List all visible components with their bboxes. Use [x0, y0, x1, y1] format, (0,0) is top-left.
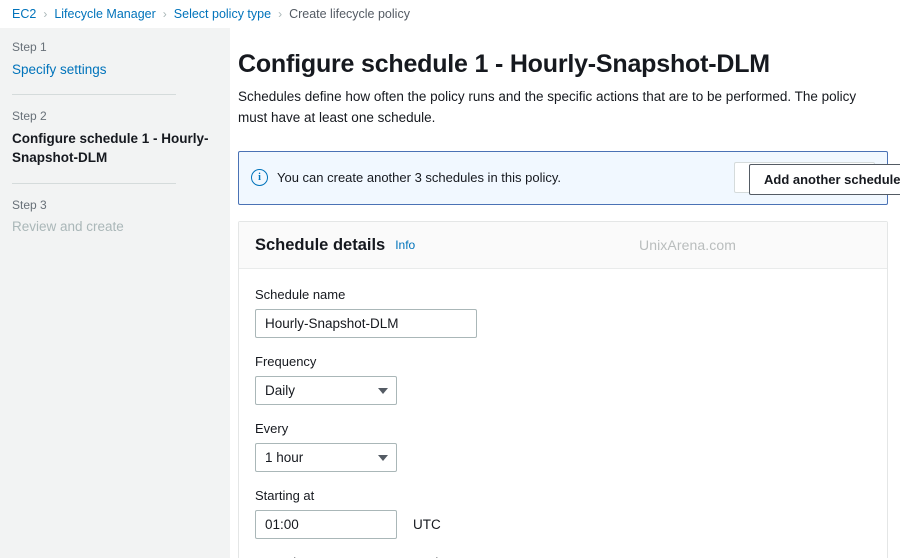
- wizard-step-1[interactable]: Step 1 Specify settings: [0, 40, 230, 79]
- schedule-details-card: Schedule details Info UnixArena.com Sche…: [238, 220, 888, 558]
- frequency-select[interactable]: Daily: [255, 376, 397, 406]
- breadcrumb-separator-icon: ›: [43, 7, 48, 21]
- frequency-label: Frequency: [255, 354, 317, 370]
- breadcrumb-separator-icon: ›: [162, 7, 167, 21]
- breadcrumb-item-ec2[interactable]: EC2: [12, 7, 36, 21]
- watermark: UnixArena.com: [639, 236, 737, 253]
- starting-at-input[interactable]: 01:00: [255, 509, 397, 539]
- wizard-navigation: Step 1 Specify settings Step 2 Configure…: [0, 28, 230, 558]
- info-circle-icon: i: [251, 169, 268, 187]
- wizard-step-1-title[interactable]: Specify settings: [12, 60, 216, 80]
- schedule-details-body: Schedule name Hourly-Snapshot-DLM Freque…: [239, 269, 887, 558]
- wizard-step-2-title: Configure schedule 1 - Hourly-Snapshot-D…: [12, 130, 209, 166]
- wizard-divider: [12, 94, 176, 96]
- schedule-name-field: Schedule name Hourly-Snapshot-DLM: [255, 287, 871, 339]
- wizard-step-2-number: Step 2: [12, 109, 47, 124]
- breadcrumb-separator-icon: ›: [278, 7, 283, 21]
- chevron-down-icon: [378, 454, 388, 461]
- starting-at-row: 01:00 UTC: [255, 509, 871, 539]
- wizard-step-3: Step 3 Review and create: [0, 198, 230, 237]
- schedule-name-input[interactable]: Hourly-Snapshot-DLM: [255, 309, 477, 339]
- wizard-step-3-title: Review and create: [12, 219, 124, 235]
- main-content: Configure schedule 1 - Hourly-Snapshot-D…: [230, 28, 900, 558]
- add-another-schedule-wrapper: Add another schedule: [749, 163, 900, 196]
- wizard-step-2: Step 2 Configure schedule 1 - Hourly-Sna…: [0, 109, 230, 168]
- frequency-value: Daily: [265, 382, 296, 398]
- starting-at-timezone-label: UTC: [413, 516, 441, 532]
- page-body: Step 1 Specify settings Step 2 Configure…: [0, 28, 900, 558]
- starting-at-label: Starting at: [255, 488, 315, 504]
- wizard-step-1-number: Step 1: [12, 40, 47, 54]
- schedule-details-title: Schedule details: [255, 235, 386, 254]
- breadcrumb-item-select-policy-type[interactable]: Select policy type: [174, 7, 271, 21]
- schedule-details-header: Schedule details Info UnixArena.com: [239, 221, 887, 270]
- wizard-step-3-number: Step 3: [12, 197, 47, 212]
- schedule-limit-alert: i You can create another 3 schedules in …: [238, 150, 900, 205]
- every-value: 1 hour: [265, 449, 304, 465]
- alert-message: You can create another 3 schedules in th…: [277, 170, 562, 186]
- every-label: Every: [255, 421, 289, 437]
- page-description: Schedules define how often the policy ru…: [238, 88, 857, 125]
- breadcrumb-item-lifecycle-manager[interactable]: Lifecycle Manager: [54, 7, 155, 21]
- every-field: Every 1 hour: [255, 421, 871, 473]
- add-another-schedule-button[interactable]: Add another schedule: [749, 163, 900, 196]
- breadcrumb: EC2 › Lifecycle Manager › Select policy …: [0, 0, 900, 28]
- wizard-divider: [12, 182, 176, 184]
- schedule-name-label: Schedule name: [255, 287, 346, 303]
- chevron-down-icon: [378, 387, 388, 394]
- page-title: Configure schedule 1 - Hourly-Snapshot-D…: [238, 50, 770, 78]
- schedule-details-info-link[interactable]: Info: [395, 238, 415, 252]
- every-select[interactable]: 1 hour: [255, 443, 397, 473]
- breadcrumb-item-create-lifecycle-policy: Create lifecycle policy: [289, 7, 410, 21]
- starting-at-field: Starting at 01:00 UTC: [255, 488, 871, 539]
- frequency-field: Frequency Daily: [255, 354, 871, 406]
